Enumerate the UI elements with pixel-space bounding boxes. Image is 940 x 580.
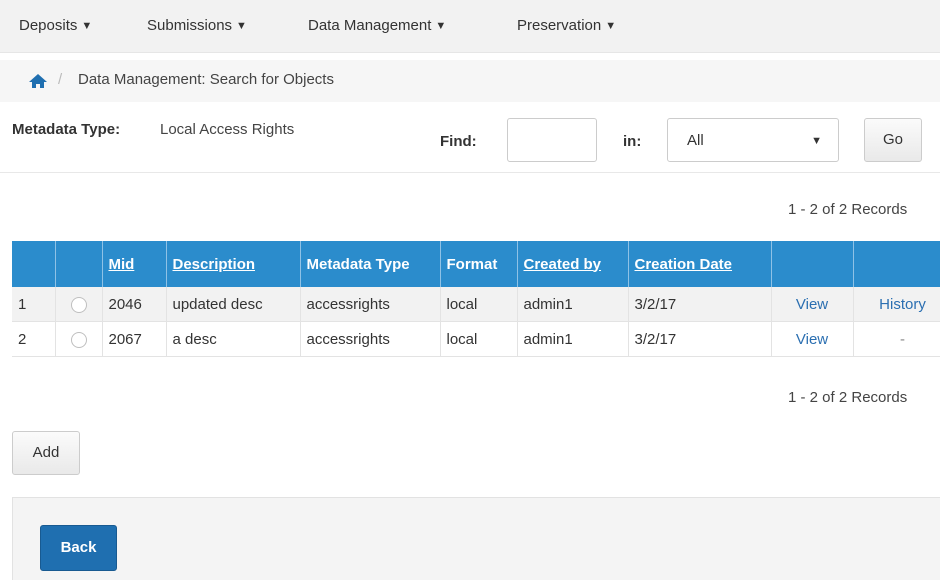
cell-format: local <box>440 287 518 322</box>
find-input[interactable] <box>507 118 597 162</box>
find-label: Find: <box>440 133 477 150</box>
metadata-type-label: Metadata Type: <box>12 121 121 138</box>
row-index: 1 <box>12 287 56 322</box>
records-count-bottom: 1 - 2 of 2 Records <box>788 389 908 406</box>
chevron-down-icon: ▼ <box>236 20 247 32</box>
page-title: Data Management: Search for Objects <box>78 71 334 88</box>
history-empty: - <box>900 330 905 348</box>
cell-metadata-type: accessrights <box>300 321 441 357</box>
cell-description: updated desc <box>166 287 301 322</box>
back-button[interactable]: Back <box>40 525 117 571</box>
history-link[interactable]: History <box>879 296 926 313</box>
col-mid-header[interactable]: Mid <box>102 241 167 287</box>
dropdown-arrow-icon: ▼ <box>811 135 822 147</box>
table-row: 1 2046 updated desc accessrights local a… <box>12 287 940 322</box>
cell-view: View <box>771 321 854 357</box>
col-creation-date-header[interactable]: Creation Date <box>628 241 772 287</box>
chevron-down-icon: ▼ <box>605 20 617 32</box>
cell-creation-date: 3/2/17 <box>628 321 772 357</box>
row-select-radio[interactable] <box>70 331 87 348</box>
sort-created-by-link[interactable]: Created by <box>524 256 602 273</box>
nav-deposits-label: Deposits <box>19 17 78 34</box>
cell-view: View <box>771 287 854 322</box>
row-select-cell <box>55 321 103 357</box>
col-format-header: Format <box>440 241 518 287</box>
col-history-header <box>853 241 940 287</box>
cell-history: - <box>853 321 940 357</box>
cell-creation-date: 3/2/17 <box>628 287 772 322</box>
nav-data-management[interactable]: Data Management ▼ <box>308 0 446 52</box>
col-index-header <box>12 241 56 287</box>
cell-mid: 2046 <box>102 287 167 322</box>
cell-format: local <box>440 321 518 357</box>
col-metadata-type-header: Metadata Type <box>300 241 441 287</box>
in-label: in: <box>623 133 642 150</box>
col-select-header <box>55 241 103 287</box>
add-button[interactable]: Add <box>12 431 80 475</box>
view-link[interactable]: View <box>796 331 828 348</box>
cell-description: a desc <box>166 321 301 357</box>
search-field-select[interactable]: All ▼ <box>667 118 839 162</box>
col-created-by-header[interactable]: Created by <box>517 241 629 287</box>
nav-preservation[interactable]: Preservation ▼ <box>517 0 616 52</box>
sort-description-link[interactable]: Description <box>173 256 256 273</box>
cell-created-by: admin1 <box>517 321 629 357</box>
home-icon[interactable] <box>28 73 48 89</box>
row-select-cell <box>55 287 103 322</box>
records-count-top: 1 - 2 of 2 Records <box>788 201 908 218</box>
cell-history: History <box>853 287 940 322</box>
breadcrumb: / Data Management: Search for Objects <box>0 60 940 102</box>
nav-data-management-label: Data Management <box>308 17 432 34</box>
view-link[interactable]: View <box>796 296 828 313</box>
table-row: 2 2067 a desc accessrights local admin1 … <box>12 321 940 357</box>
row-index: 2 <box>12 321 56 357</box>
search-field-selected: All <box>687 132 704 149</box>
cell-created-by: admin1 <box>517 287 629 322</box>
chevron-down-icon: ▼ <box>435 20 447 32</box>
chevron-down-icon: ▼ <box>81 20 93 32</box>
metadata-type-value: Local Access Rights <box>160 121 295 138</box>
footer-panel <box>12 497 940 580</box>
col-description-header[interactable]: Description <box>166 241 301 287</box>
nav-deposits[interactable]: Deposits ▼ <box>19 0 92 52</box>
nav-submissions[interactable]: Submissions ▼ <box>147 0 247 52</box>
nav-preservation-label: Preservation <box>517 17 602 34</box>
divider <box>0 172 940 173</box>
cell-metadata-type: accessrights <box>300 287 441 322</box>
row-select-radio[interactable] <box>70 296 87 313</box>
breadcrumb-separator: / <box>58 71 63 88</box>
sort-mid-link[interactable]: Mid <box>109 256 135 273</box>
top-nav: Deposits ▼ Submissions ▼ Data Management ▼ … <box>0 0 940 53</box>
table-header-row: Mid Description Metadata Type Format Cre… <box>12 241 940 287</box>
go-button[interactable]: Go <box>864 118 922 162</box>
sort-creation-date-link[interactable]: Creation Date <box>635 256 733 273</box>
col-view-header <box>771 241 854 287</box>
results-table: Mid Description Metadata Type Format Cre… <box>12 241 940 357</box>
cell-mid: 2067 <box>102 321 167 357</box>
nav-submissions-label: Submissions <box>147 17 233 34</box>
